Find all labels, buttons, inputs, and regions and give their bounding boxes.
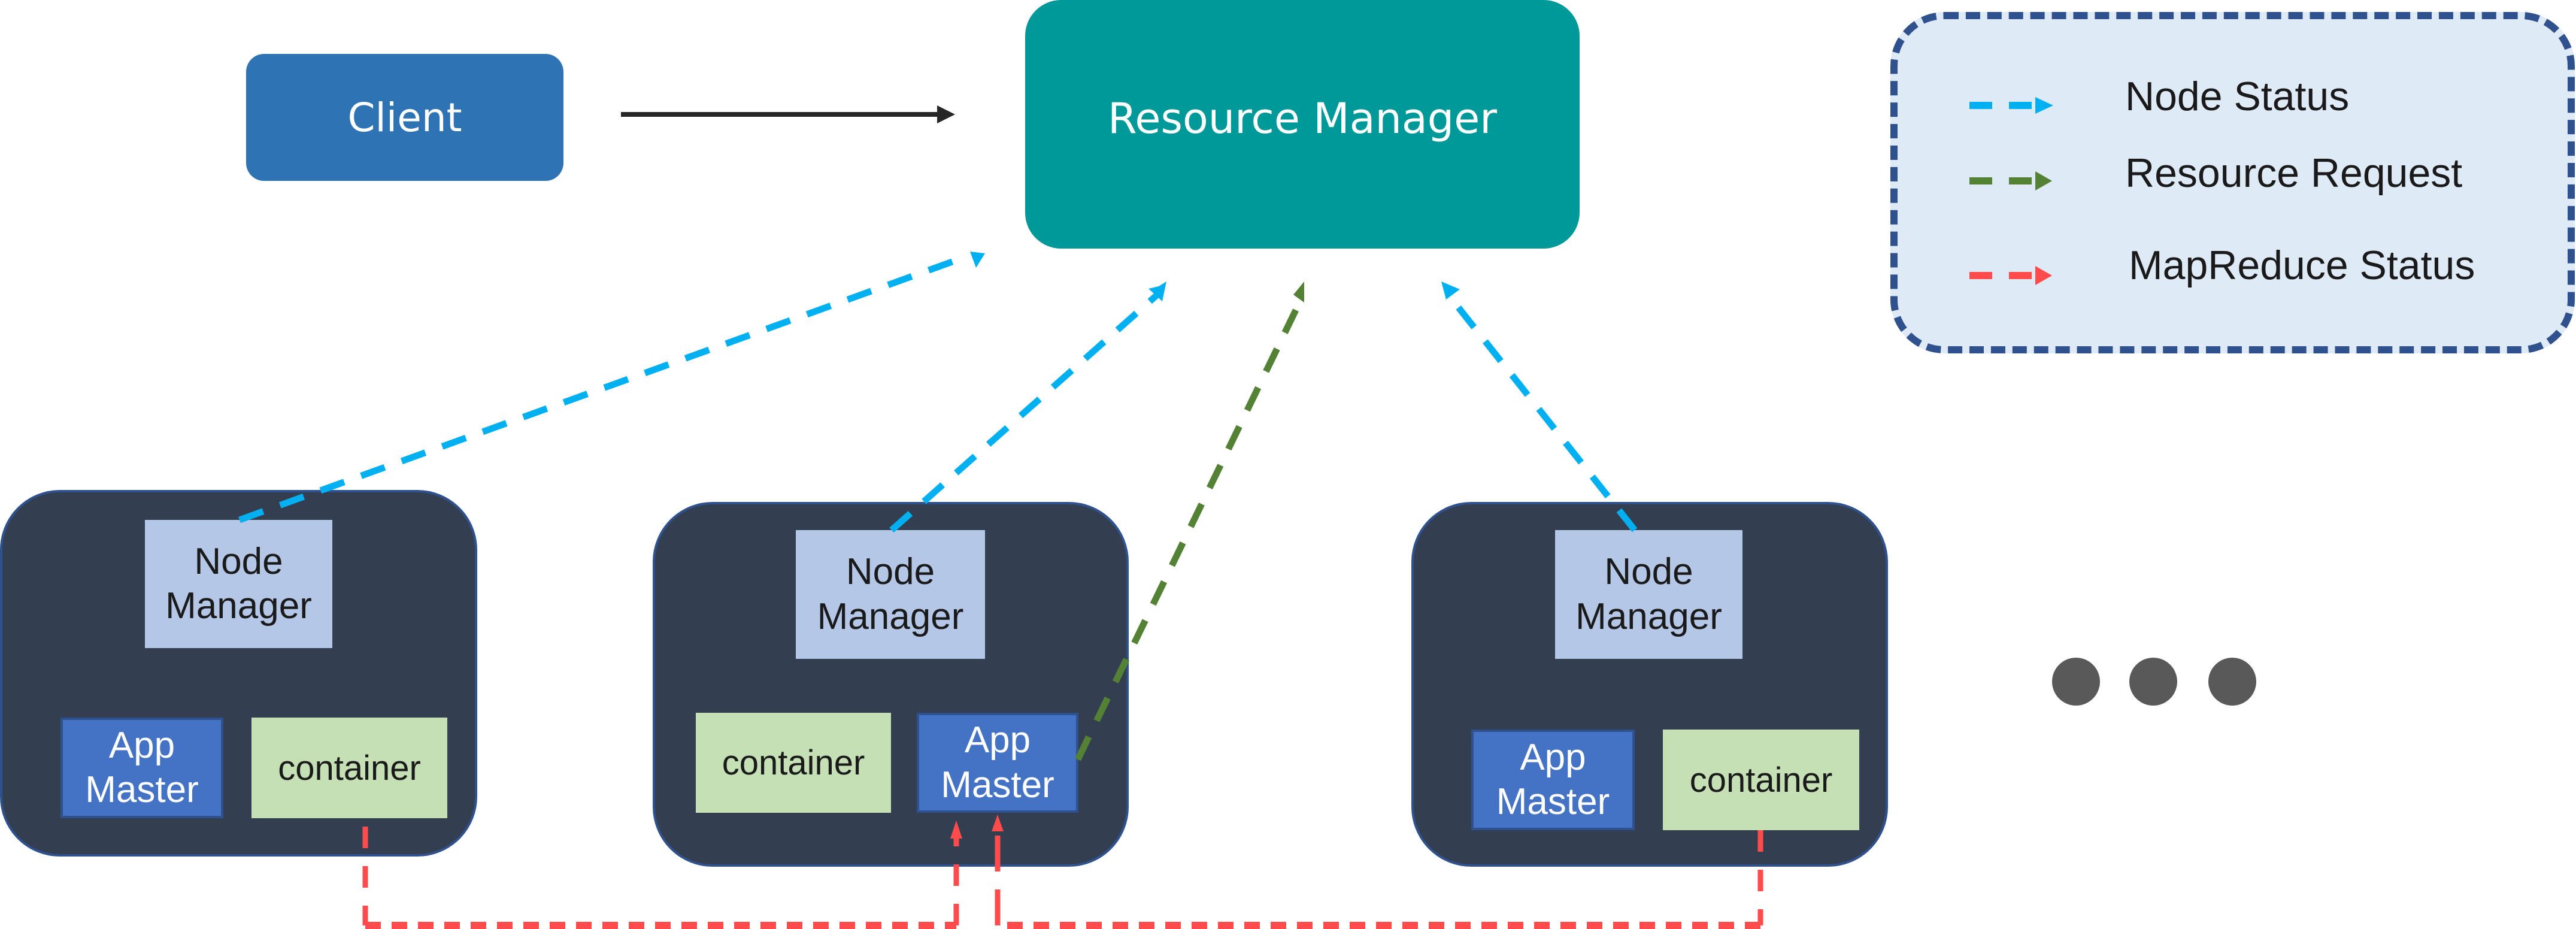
legend-label-resource-request: Resource Request xyxy=(2125,150,2463,196)
legend-label-mapreduce-status: MapReduce Status xyxy=(2129,243,2475,288)
container-2: container xyxy=(696,713,891,813)
ellipsis-dot-3 xyxy=(2208,658,2256,706)
legend-arrow-resource-request-icon xyxy=(1969,171,2052,190)
client-label: Client xyxy=(347,94,462,141)
node-manager-2: Node Manager xyxy=(796,530,985,659)
node-status-arrow-3 xyxy=(1441,282,1638,532)
container-3: container xyxy=(1663,730,1859,830)
legend-label-node-status: Node Status xyxy=(2125,74,2350,119)
client-to-rm-arrow xyxy=(621,105,955,123)
node-status-arrow-2 xyxy=(889,282,1166,533)
legend-arrow-node-status-icon xyxy=(1969,97,2053,114)
container-1: container xyxy=(251,718,447,818)
resource-manager-label: Resource Manager xyxy=(1107,93,1498,143)
node-status-arrow-1 xyxy=(238,252,985,523)
client-box: Client xyxy=(246,54,563,181)
app-master-2: App Master xyxy=(917,713,1078,813)
app-master-1: App Master xyxy=(60,718,223,818)
legend-arrow-mapreduce-status-icon xyxy=(1969,266,2052,285)
legend: Node Status Resource Request MapReduce S… xyxy=(1890,12,2575,353)
node-manager-1: Node Manager xyxy=(145,520,332,648)
node-manager-3: Node Manager xyxy=(1555,530,1742,659)
resource-manager-box: Resource Manager xyxy=(1025,0,1580,249)
ellipsis-dot-2 xyxy=(2129,658,2177,706)
ellipsis-dot-1 xyxy=(2052,658,2100,706)
app-master-3: App Master xyxy=(1471,730,1635,830)
legend-arrows xyxy=(1969,97,2053,285)
